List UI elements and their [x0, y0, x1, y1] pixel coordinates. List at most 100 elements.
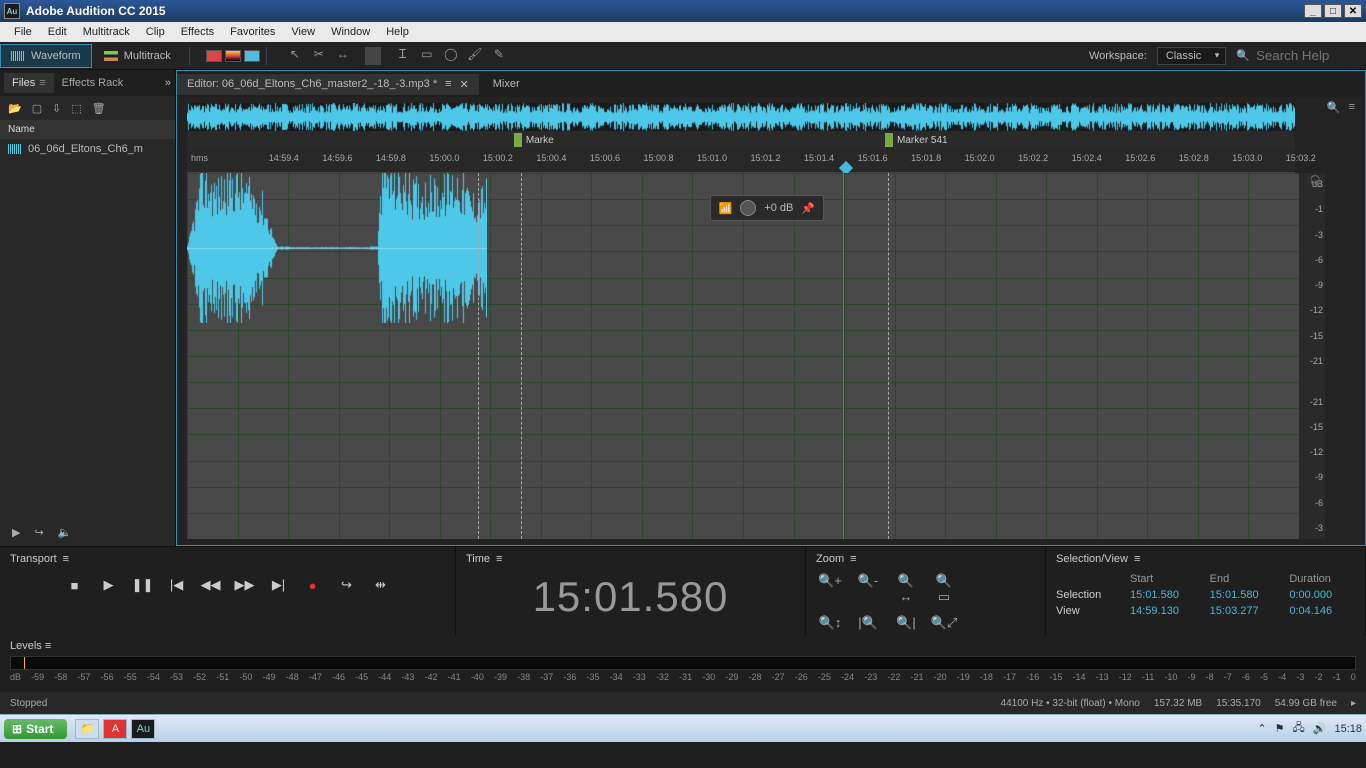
panel-menu-icon[interactable]: ≡ — [1134, 553, 1140, 565]
view-start[interactable]: 14:59.130 — [1130, 605, 1196, 617]
stop-button[interactable]: ■ — [65, 575, 85, 595]
zoom-in-right-icon[interactable]: 🔍| — [892, 615, 920, 631]
panel-expand-icon[interactable]: » — [165, 77, 171, 89]
tab-menu-icon[interactable]: ≡ — [445, 78, 451, 91]
file-item[interactable]: 06_06d_Eltons_Ch6_m — [0, 139, 175, 159]
tray-expand-icon[interactable]: ⌃ — [1257, 722, 1266, 735]
swatch-blue-icon[interactable] — [244, 50, 260, 62]
mode-waveform-tab[interactable]: Waveform — [0, 44, 92, 68]
lasso-tool-icon[interactable]: ◯ — [443, 47, 459, 65]
pause-button[interactable]: ❚❚ — [133, 575, 153, 595]
selection-end[interactable]: 15:01.580 — [1210, 589, 1276, 601]
zoom-reset-icon[interactable]: 🔍 — [1327, 101, 1341, 114]
mode-multitrack-tab[interactable]: Multitrack — [94, 44, 181, 68]
view-end[interactable]: 15:03.277 — [1210, 605, 1276, 617]
playhead-line[interactable] — [843, 173, 844, 539]
selection-edge[interactable] — [521, 173, 522, 539]
tray-flag-icon[interactable]: ⚑ — [1275, 722, 1285, 735]
view-duration[interactable]: 0:04.146 — [1289, 605, 1355, 617]
move-tool-icon[interactable]: ↖ — [287, 47, 303, 65]
panel-menu-icon[interactable]: ≡ — [63, 553, 69, 565]
panel-menu-icon[interactable]: ≡ — [496, 553, 502, 565]
import-icon[interactable]: ⇩ — [52, 102, 61, 115]
go-start-button[interactable]: |◀ — [167, 575, 187, 595]
razor-tool-icon[interactable]: ✂ — [311, 47, 327, 65]
loop-preview-icon[interactable]: ↪ — [34, 526, 43, 539]
overview-waveform[interactable] — [187, 103, 1295, 131]
search-help-input[interactable] — [1256, 48, 1356, 63]
level-meter[interactable] — [10, 656, 1356, 670]
menu-file[interactable]: File — [6, 24, 40, 40]
rewind-button[interactable]: ◀◀ — [201, 575, 221, 595]
timeline-ruler[interactable]: hms 14:59.414:59.614:59.815:00.015:00.21… — [187, 149, 1295, 173]
loop-button[interactable]: ↪ — [337, 575, 357, 595]
zoom-in-left-icon[interactable]: |🔍 — [854, 615, 882, 631]
mixer-tab[interactable]: Mixer — [483, 74, 530, 94]
slip-tool-icon[interactable]: ↔ — [335, 47, 351, 65]
zoom-in-amp-icon[interactable]: 🔍↕ — [816, 615, 844, 631]
swatch-red-icon[interactable] — [206, 50, 222, 62]
selection-duration[interactable]: 0:00.000 — [1289, 589, 1355, 601]
headphone-icon[interactable]: 🎧 — [1310, 175, 1321, 186]
tray-clock[interactable]: 15:18 — [1334, 723, 1362, 735]
menu-multitrack[interactable]: Multitrack — [75, 24, 138, 40]
start-button[interactable]: ⊞ Start — [4, 719, 67, 739]
record-button[interactable]: ● — [303, 575, 323, 595]
panel-menu-icon[interactable]: ≡ — [850, 553, 856, 565]
maximize-button[interactable]: □ — [1324, 4, 1342, 18]
tray-network-icon[interactable]: 🖧 — [1293, 719, 1305, 738]
menu-window[interactable]: Window — [323, 24, 378, 40]
play-preview-icon[interactable]: ▶ — [12, 526, 20, 539]
search-icon[interactable]: 🔍 — [1236, 49, 1250, 62]
workspace-selector[interactable]: Classic — [1157, 47, 1226, 65]
zoom-out-time-icon[interactable]: 🔍- — [854, 573, 882, 605]
tab-files[interactable]: Files≡ — [4, 73, 54, 93]
zoom-in-time-icon[interactable]: 🔍+ — [816, 573, 844, 605]
time-select-tool-icon[interactable]: Ꮖ — [395, 47, 411, 65]
menu-clip[interactable]: Clip — [138, 24, 173, 40]
waveform-display[interactable]: 📶 +0 dB 📌 — [187, 173, 1299, 539]
marker-track[interactable]: Marke Marker 541 — [187, 131, 1295, 149]
taskbar-explorer-icon[interactable]: 📁 — [75, 719, 99, 739]
tab-effects-rack[interactable]: Effects Rack — [54, 73, 132, 93]
overview-menu-icon[interactable]: ≡ — [1349, 101, 1355, 114]
heal-tool-icon[interactable]: ✎ — [491, 47, 507, 65]
new-file-icon[interactable]: ▢ — [32, 102, 42, 115]
time-display[interactable]: 15:01.580 — [466, 573, 795, 621]
files-column-name[interactable]: Name — [0, 120, 175, 139]
forward-button[interactable]: ▶▶ — [235, 575, 255, 595]
editor-tab[interactable]: Editor: 06_06d_Eltons_Ch6_master2_-18_-3… — [177, 74, 479, 95]
marker-item[interactable]: Marker 541 — [885, 131, 948, 149]
brush-tool-icon[interactable]: 🖌 — [467, 47, 483, 65]
selection-start[interactable]: 15:01.580 — [1130, 589, 1196, 601]
menu-favorites[interactable]: Favorites — [222, 24, 283, 40]
marker-item[interactable]: Marke — [514, 131, 554, 149]
status-menu-icon[interactable]: ▸ — [1351, 698, 1356, 709]
pin-icon[interactable]: 📌 — [801, 202, 815, 215]
selection-edge[interactable] — [478, 173, 479, 539]
gain-value[interactable]: +0 dB — [764, 202, 793, 214]
play-button[interactable]: ▶ — [99, 575, 119, 595]
minimize-button[interactable]: _ — [1304, 4, 1322, 18]
zoom-out-full-icon[interactable]: 🔍⤢ — [930, 615, 958, 631]
autoplay-icon[interactable]: 🔈 — [58, 526, 72, 539]
tab-close-icon[interactable]: ✕ — [460, 78, 469, 91]
taskbar-pdf-icon[interactable]: A — [103, 719, 127, 739]
tray-volume-icon[interactable]: 🔊 — [1313, 722, 1327, 735]
swatch-spectral-icon[interactable] — [225, 50, 241, 62]
marquee-tool-icon[interactable]: ▭ — [419, 47, 435, 65]
menu-effects[interactable]: Effects — [173, 24, 222, 40]
menu-view[interactable]: View — [283, 24, 323, 40]
gain-hud[interactable]: 📶 +0 dB 📌 — [710, 195, 824, 221]
zoom-full-icon[interactable]: 🔍↔ — [892, 573, 920, 605]
gain-knob[interactable] — [740, 200, 756, 216]
menu-edit[interactable]: Edit — [40, 24, 75, 40]
menu-help[interactable]: Help — [378, 24, 417, 40]
taskbar-audition-icon[interactable]: Au — [131, 719, 155, 739]
zoom-selection-icon[interactable]: 🔍▭ — [930, 573, 958, 605]
close-button[interactable]: ✕ — [1344, 4, 1362, 18]
panel-menu-icon[interactable]: ≡ — [45, 640, 51, 652]
record-file-icon[interactable]: ⬚ — [71, 102, 81, 115]
delete-file-icon[interactable]: 🗑 — [92, 102, 106, 115]
open-file-icon[interactable]: 📂 — [8, 102, 22, 115]
